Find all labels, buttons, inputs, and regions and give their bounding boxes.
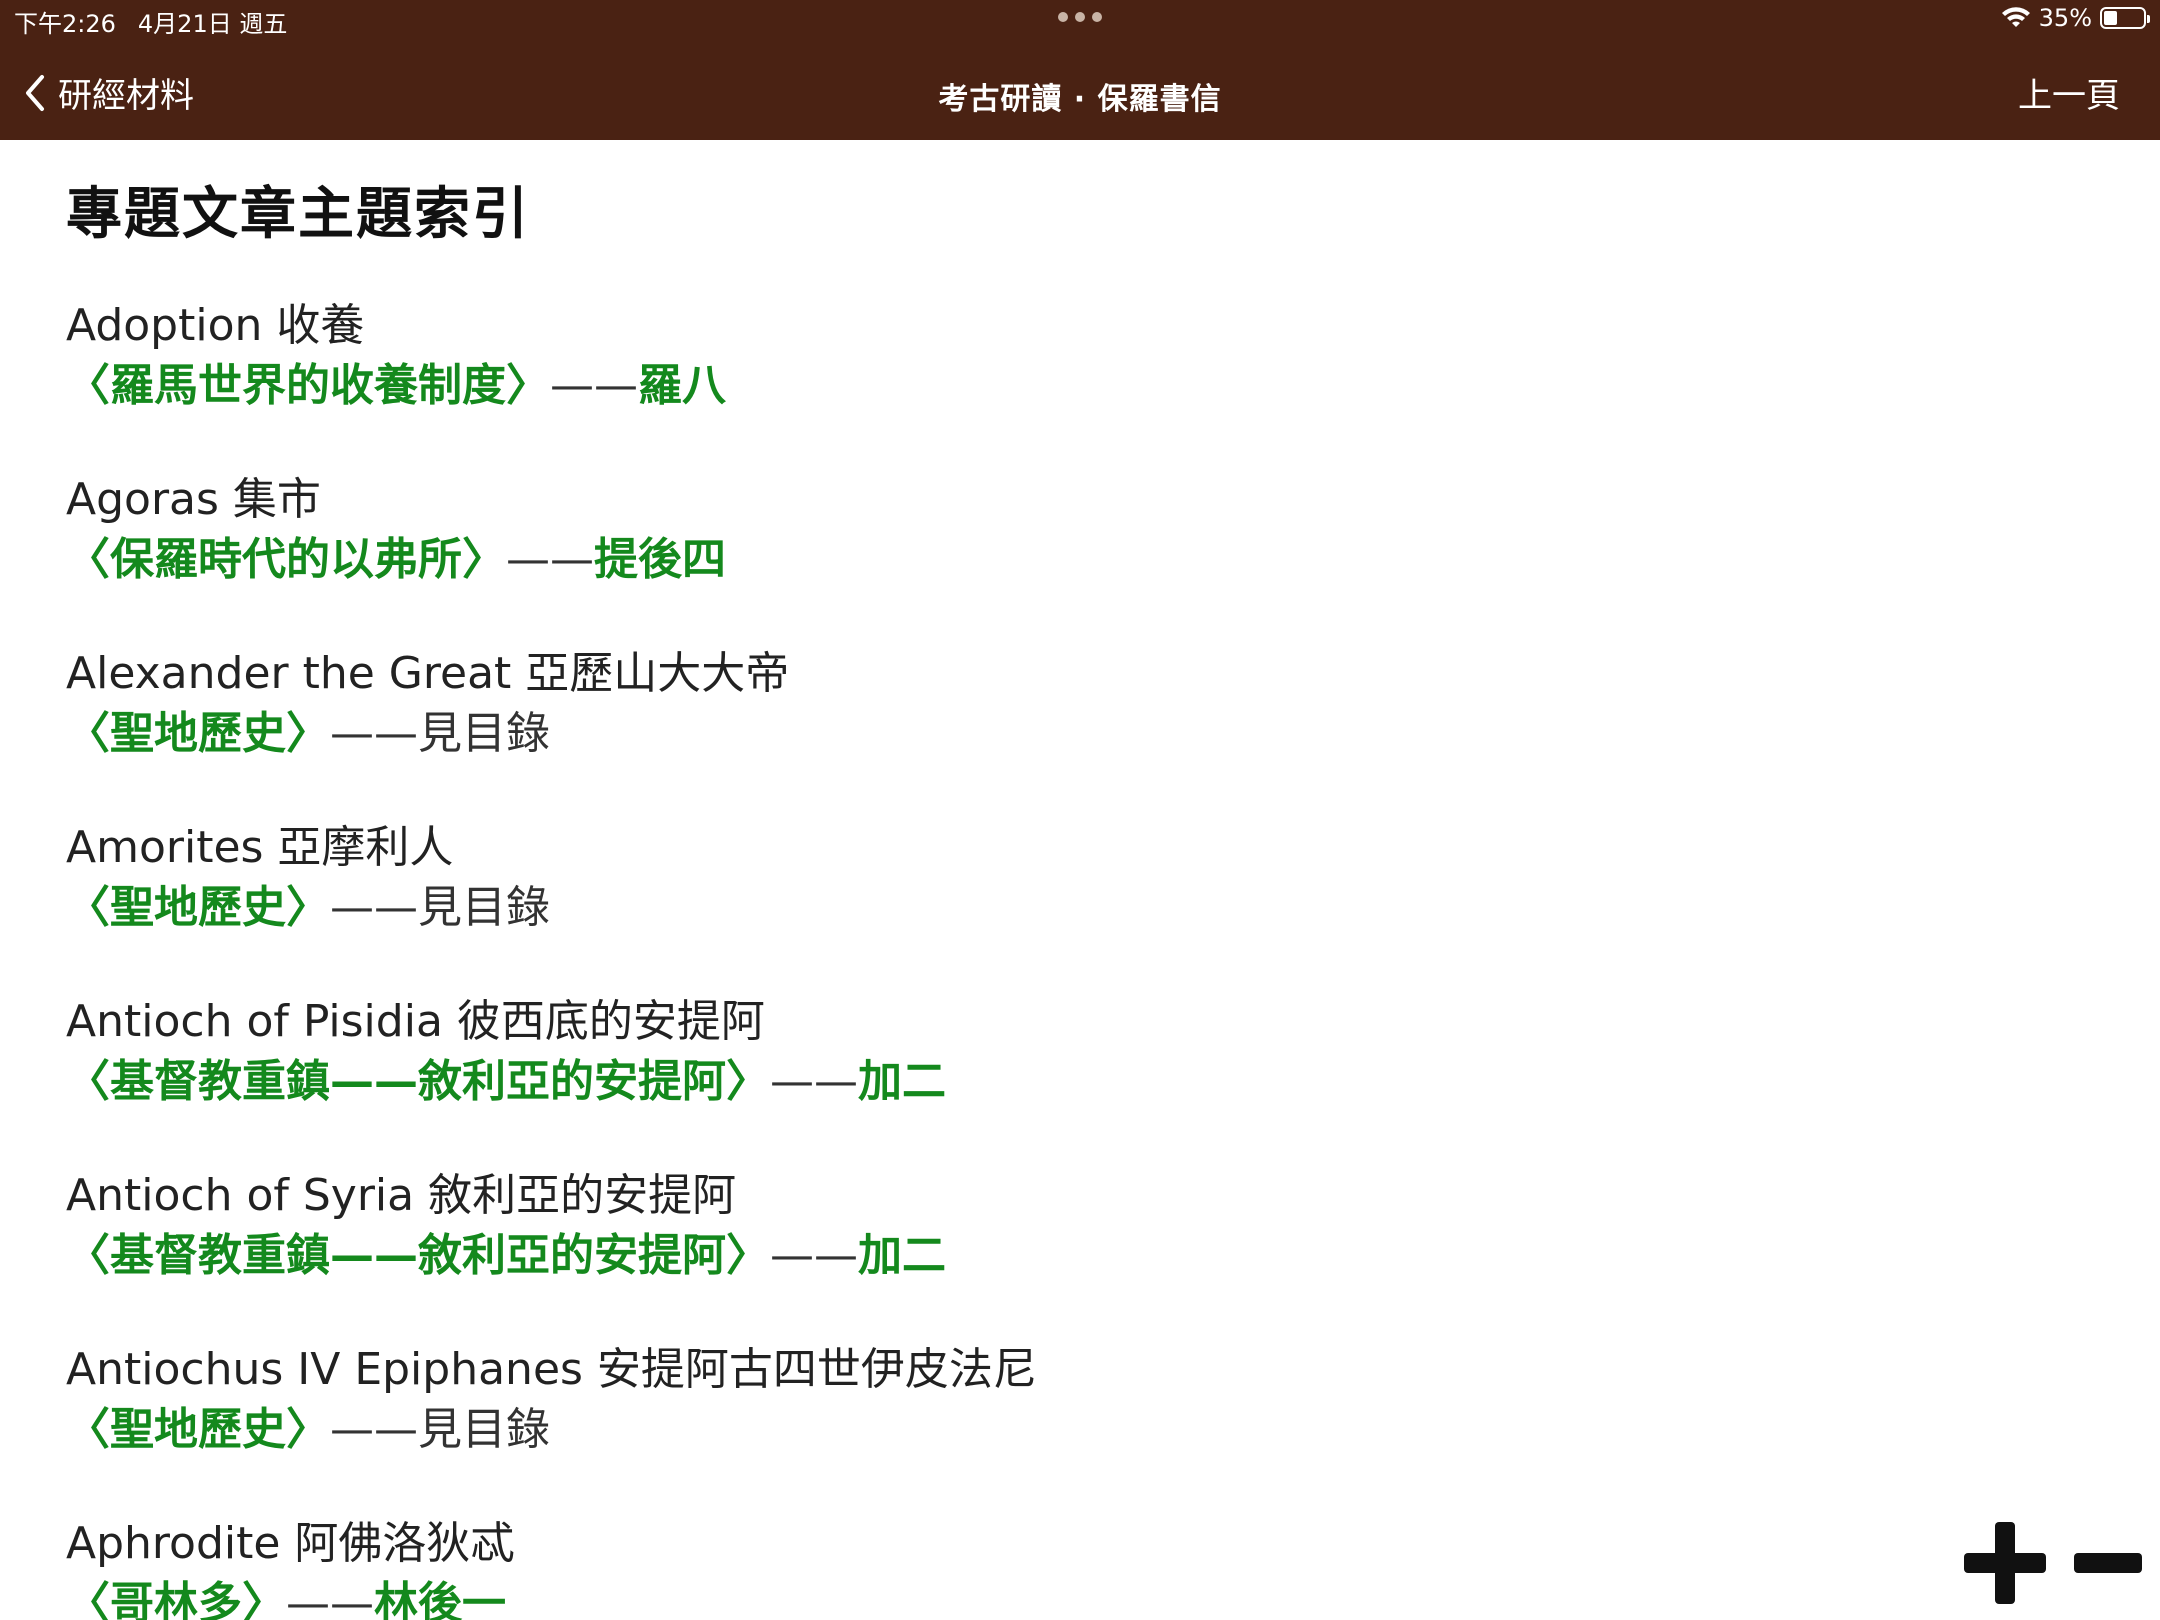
article-link[interactable]: 〈聖地歷史〉 — [66, 882, 330, 933]
reference-dash: —— — [330, 882, 418, 933]
battery-level-fill — [2104, 11, 2117, 25]
reference-dash: —— — [286, 1578, 374, 1620]
see-contents-text: 見目錄 — [418, 708, 550, 759]
page-title: 專題文章主題索引 — [66, 182, 530, 247]
index-entry: Alexander the Great 亞歷山大大帝 〈聖地歷史〉——見目錄 — [66, 644, 2066, 818]
multitasking-dots-icon[interactable] — [1058, 12, 1102, 22]
plus-icon[interactable] — [1962, 1520, 2048, 1606]
battery-percent: 35% — [2038, 4, 2092, 32]
entry-term: Aphrodite 阿佛洛狄忒 — [66, 1518, 515, 1569]
reference-dash: —— — [330, 1404, 418, 1455]
entry-reference: 〈保羅時代的以弗所〉——提後四 — [66, 530, 2066, 590]
reference-dash: —— — [506, 534, 594, 585]
entry-term: Amorites 亞摩利人 — [66, 822, 454, 873]
entry-term: Antiochus IV Epiphanes 安提阿古四世伊皮法尼 — [66, 1344, 1037, 1395]
battery-icon — [2100, 7, 2150, 29]
reference-dash: —— — [770, 1230, 858, 1281]
entry-reference: 〈聖地歷史〉——見目錄 — [66, 704, 2066, 764]
entry-reference: 〈羅馬世界的收養制度〉——羅八 — [66, 356, 2066, 416]
app-screen: 下午2:26 4月21日 週五 35% 研經材料 考古研讀 · 保羅書信 上一頁… — [0, 0, 2160, 1620]
article-link[interactable]: 〈羅馬世界的收養制度〉 — [66, 360, 550, 411]
entry-reference: 〈基督教重鎮——敘利亞的安提阿〉——加二 — [66, 1052, 2066, 1112]
entry-reference: 〈基督教重鎮——敘利亞的安提阿〉——加二 — [66, 1226, 2066, 1286]
chapter-link[interactable]: 林後一 — [374, 1578, 506, 1620]
reference-dash: —— — [330, 708, 418, 759]
entry-term: Agoras 集市 — [66, 474, 321, 525]
status-right: 35% — [2001, 4, 2150, 32]
status-time: 下午2:26 — [14, 10, 116, 38]
see-contents-text: 見目錄 — [418, 1404, 550, 1455]
article-link[interactable]: 〈基督教重鎮——敘利亞的安提阿〉 — [66, 1056, 770, 1107]
index-entry: Antioch of Pisidia 彼西底的安提阿 〈基督教重鎮——敘利亞的安提… — [66, 992, 2066, 1166]
index-list: Adoption 收養 〈羅馬世界的收養制度〉——羅八 Agoras 集市 〈保羅時代… — [66, 296, 2066, 1620]
chapter-link[interactable]: 加二 — [858, 1056, 946, 1107]
article-link[interactable]: 〈聖地歷史〉 — [66, 708, 330, 759]
minus-icon[interactable] — [2072, 1548, 2144, 1578]
entry-term: Alexander the Great 亞歷山大大帝 — [66, 648, 790, 699]
see-contents-text: 見目錄 — [418, 882, 550, 933]
zoom-controls — [1962, 1520, 2144, 1606]
entry-term: Adoption 收養 — [66, 300, 365, 351]
status-date: 4月21日 週五 — [137, 10, 288, 38]
header-bar: 下午2:26 4月21日 週五 35% 研經材料 考古研讀 · 保羅書信 上一頁 — [0, 0, 2160, 140]
index-entry: Agoras 集市 〈保羅時代的以弗所〉——提後四 — [66, 470, 2066, 644]
reference-dash: —— — [550, 360, 638, 411]
index-entry: Antioch of Syria 敘利亞的安提阿 〈基督教重鎮——敘利亞的安提阿〉… — [66, 1166, 2066, 1340]
nav-title: 考古研讀 · 保羅書信 — [938, 82, 1222, 117]
index-entry: Antiochus IV Epiphanes 安提阿古四世伊皮法尼 〈聖地歷史〉—… — [66, 1340, 2066, 1514]
status-bar: 下午2:26 4月21日 週五 35% — [0, 0, 2160, 40]
article-link[interactable]: 〈基督教重鎮——敘利亞的安提阿〉 — [66, 1230, 770, 1281]
reference-dash: —— — [770, 1056, 858, 1107]
index-entry: Aphrodite 阿佛洛狄忒〈哥林多〉——林後一 — [66, 1514, 2066, 1620]
chapter-link[interactable]: 提後四 — [594, 534, 726, 585]
article-link[interactable]: 〈保羅時代的以弗所〉 — [66, 534, 506, 585]
index-entry: Adoption 收養 〈羅馬世界的收養制度〉——羅八 — [66, 296, 2066, 470]
entry-reference: 〈聖地歷史〉——見目錄 — [66, 1400, 2066, 1460]
entry-term: Antioch of Syria 敘利亞的安提阿 — [66, 1170, 737, 1221]
chapter-link[interactable]: 加二 — [858, 1230, 946, 1281]
article-link[interactable]: 〈聖地歷史〉 — [66, 1404, 330, 1455]
status-left: 下午2:26 4月21日 週五 — [14, 4, 287, 39]
wifi-icon — [2001, 7, 2030, 27]
article-link[interactable]: 〈哥林多〉 — [66, 1578, 286, 1620]
navigation-bar: 研經材料 考古研讀 · 保羅書信 上一頁 — [0, 40, 2160, 140]
entry-reference: 〈聖地歷史〉——見目錄 — [66, 878, 2066, 938]
content-area: 專題文章主題索引 Adoption 收養 〈羅馬世界的收養制度〉——羅八 Agora… — [66, 170, 2066, 1620]
chapter-link[interactable]: 羅八 — [638, 360, 726, 411]
entry-reference: 〈哥林多〉——林後一 — [66, 1574, 2066, 1620]
previous-page-button[interactable]: 上一頁 — [2018, 68, 2120, 117]
entry-term: Antioch of Pisidia 彼西底的安提阿 — [66, 996, 765, 1047]
index-entry: Amorites 亞摩利人 〈聖地歷史〉——見目錄 — [66, 818, 2066, 992]
